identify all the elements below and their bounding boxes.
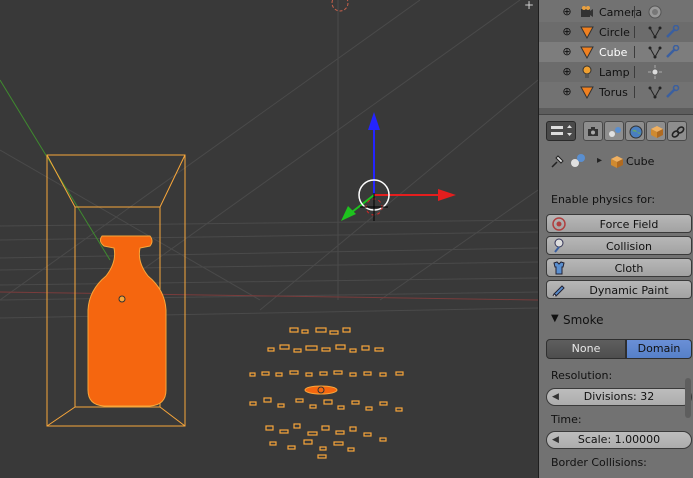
lamp-icon bbox=[582, 65, 592, 78]
viewport-expand-icon[interactable]: + bbox=[522, 0, 536, 11]
breadcrumb-separator-icon: ▸ bbox=[597, 155, 603, 166]
outliner-item-lamp[interactable]: ⊕ Lamp bbox=[539, 62, 693, 82]
mesh-data-icon bbox=[648, 26, 662, 39]
force-field-icon bbox=[552, 217, 566, 231]
wrench-icon bbox=[666, 85, 680, 98]
transform-manipulator bbox=[341, 112, 456, 221]
cloth-button[interactable]: Cloth bbox=[546, 258, 692, 277]
wrench-icon bbox=[666, 25, 680, 38]
mesh-data-icon bbox=[648, 86, 662, 99]
dynamic-paint-button[interactable]: Dynamic Paint bbox=[546, 280, 692, 299]
properties-editor[interactable]: ▸ Cube Enable physics for: Force Field C… bbox=[539, 108, 693, 478]
expand-icon[interactable]: ⊕ bbox=[562, 66, 572, 77]
world-icon bbox=[629, 125, 643, 139]
tab-object[interactable] bbox=[646, 121, 666, 141]
wrench-icon bbox=[666, 45, 680, 58]
outliner[interactable]: ⊕ Camera ⊕ Circle ⊕ Cube ⊕ Lamp ⊕ Torus bbox=[539, 0, 693, 108]
tab-constraints[interactable] bbox=[667, 121, 687, 141]
expand-icon[interactable]: ⊕ bbox=[562, 86, 572, 97]
scale-field[interactable]: ◀ Scale: 1.00000 bbox=[546, 431, 692, 449]
camera-data-icon bbox=[648, 5, 662, 19]
camera-icon bbox=[581, 6, 593, 17]
collision-icon bbox=[554, 238, 564, 253]
outliner-item-label: Camera bbox=[599, 6, 643, 19]
smoke-type-domain-button[interactable]: Domain bbox=[626, 339, 692, 359]
outliner-item-circle[interactable]: ⊕ Circle bbox=[539, 22, 693, 42]
outliner-item-label: Torus bbox=[599, 86, 628, 99]
resolution-label: Resolution: bbox=[551, 369, 613, 382]
decrement-arrow-icon[interactable]: ◀ bbox=[552, 389, 559, 405]
tab-world[interactable] bbox=[625, 121, 645, 141]
lamp-data-icon bbox=[648, 65, 662, 79]
3d-viewport[interactable]: + bbox=[0, 0, 538, 478]
breadcrumb: ▸ Cube bbox=[547, 152, 687, 172]
bottle-origin bbox=[118, 295, 126, 303]
expand-icon[interactable]: ⊕ bbox=[562, 26, 572, 37]
smoke-panel-title: Smoke bbox=[563, 313, 604, 327]
collapse-triangle-icon[interactable]: ▼ bbox=[551, 313, 559, 324]
tab-render[interactable] bbox=[583, 121, 603, 141]
properties-scrollbar[interactable] bbox=[685, 378, 691, 418]
physics-scene-icon bbox=[571, 154, 585, 167]
area-divider[interactable] bbox=[539, 108, 693, 115]
expand-icon[interactable]: ⊕ bbox=[562, 46, 572, 57]
tab-scene[interactable] bbox=[604, 121, 624, 141]
outliner-item-label: Circle bbox=[599, 26, 630, 39]
viewport-scene bbox=[0, 0, 538, 459]
expand-icon[interactable]: ⊕ bbox=[562, 6, 572, 17]
collision-button[interactable]: Collision bbox=[546, 236, 692, 255]
breadcrumb-object-name: Cube bbox=[626, 155, 655, 168]
decrement-arrow-icon[interactable]: ◀ bbox=[552, 432, 559, 448]
outliner-item-torus[interactable]: ⊕ Torus bbox=[539, 82, 693, 102]
mesh-icon bbox=[580, 26, 594, 39]
mesh-icon bbox=[580, 46, 594, 59]
smoke-type-selector: None Domain bbox=[546, 339, 692, 359]
top-object-origin bbox=[331, 0, 349, 12]
scene-icon bbox=[609, 127, 621, 137]
force-field-button[interactable]: Force Field bbox=[546, 214, 692, 233]
pin-icon[interactable] bbox=[549, 154, 565, 170]
cube-icon bbox=[611, 156, 623, 168]
camera-icon bbox=[588, 127, 598, 136]
cube-icon bbox=[651, 126, 663, 138]
cloth-icon bbox=[553, 261, 565, 275]
enable-physics-label: Enable physics for: bbox=[551, 193, 656, 206]
divisions-field[interactable]: ◀ Divisions: 32 bbox=[546, 388, 692, 406]
mesh-data-icon bbox=[648, 46, 662, 59]
smoke-type-none-button[interactable]: None bbox=[546, 339, 626, 359]
smoke-panel-header[interactable]: ▼ Smoke bbox=[539, 308, 693, 330]
mesh-icon bbox=[580, 86, 594, 99]
dynamic-paint-icon bbox=[552, 285, 565, 297]
outliner-item-label: Cube bbox=[599, 46, 628, 59]
outliner-item-camera[interactable]: ⊕ Camera bbox=[539, 2, 693, 22]
outliner-item-label: Lamp bbox=[599, 66, 630, 79]
time-label: Time: bbox=[551, 413, 582, 426]
properties-tabs bbox=[539, 121, 693, 143]
chain-icon bbox=[671, 126, 685, 138]
3d-cursor-icon bbox=[360, 193, 388, 221]
outliner-item-cube[interactable]: ⊕ Cube bbox=[539, 42, 693, 62]
border-collisions-label: Border Collisions: bbox=[551, 456, 647, 469]
